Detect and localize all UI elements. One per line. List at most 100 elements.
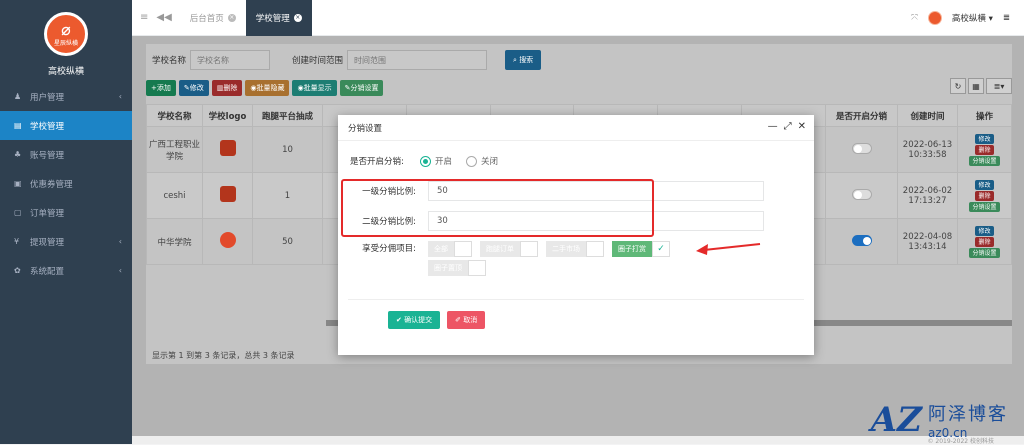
table-tools: ↻ ▦ ≣▾ xyxy=(950,78,1012,94)
enable-off-radio[interactable]: 关闭 xyxy=(466,155,498,167)
created-cell: 2022-06-02 17:13:27 xyxy=(897,172,958,219)
project-errand-checkbox[interactable]: 跑腿订单 xyxy=(480,241,538,257)
confirm-label: 确认提交 xyxy=(404,316,433,324)
top-right-area: ⤧ 高校纵横 ▾ ≣ xyxy=(911,0,1010,36)
export-icon[interactable]: ≣▾ xyxy=(986,78,1012,94)
user-menu[interactable]: 高校纵横 ▾ xyxy=(952,12,993,24)
edit-button[interactable]: ✎ 修改 xyxy=(178,80,209,96)
project-tip-checkbox[interactable]: 圈子打赏 ✓ xyxy=(612,241,670,257)
distribution-toggle[interactable] xyxy=(851,188,872,200)
row-delete-button[interactable]: 删除 xyxy=(975,190,994,201)
col-created[interactable]: 创建时间 xyxy=(897,104,958,127)
sidebar-item-users[interactable]: ♟ 用户管理 ‹ xyxy=(0,82,132,111)
yen-icon: ¥ xyxy=(14,237,20,246)
school-logo-image xyxy=(219,186,236,202)
close-icon[interactable]: × xyxy=(227,13,236,22)
search-button-label: 搜索 xyxy=(519,56,534,64)
col-school-logo[interactable]: 学校logo xyxy=(202,104,253,127)
actions-cell: 修改 删除 分销设置 xyxy=(957,172,1012,219)
close-icon[interactable]: × xyxy=(293,13,302,22)
tab-label: 学校管理 xyxy=(255,13,290,24)
columns-icon[interactable]: ▦ xyxy=(968,78,984,94)
school-name-cell: 广西工程职业学院 xyxy=(146,126,203,173)
row-delete-button[interactable]: 删除 xyxy=(975,144,994,155)
annotation-arrow-icon xyxy=(696,243,761,255)
tab-back-icon[interactable]: ◀◀ xyxy=(156,12,171,23)
col-distribution[interactable]: 是否开启分销 xyxy=(825,104,898,127)
tab-schools[interactable]: 学校管理 × xyxy=(245,0,312,36)
row-distribution-button[interactable]: 分销设置 xyxy=(969,155,1000,166)
enable-row: 是否开启分销: 开启 关闭 xyxy=(338,155,512,167)
row-delete-button[interactable]: 删除 xyxy=(975,236,994,247)
check-icon[interactable]: ✓ xyxy=(652,241,670,257)
created-cell: 2022-06-13 10:33:58 xyxy=(897,126,958,173)
close-icon[interactable]: ✕ xyxy=(798,121,806,132)
refresh-icon[interactable]: ↻ xyxy=(950,78,966,94)
col-commission[interactable]: 跑腿平台抽成 xyxy=(252,104,323,127)
search-button[interactable]: ⌕ 搜索 xyxy=(505,50,542,70)
actions-cell: 修改 删除 分销设置 xyxy=(957,218,1012,265)
topbar: ≡ ◀◀ 后台首页 × 学校管理 × ⤧ 高校纵横 ▾ ≣ xyxy=(132,0,1024,36)
sidebar-item-config[interactable]: ✿ 系统配置 ‹ xyxy=(0,256,132,285)
add-button[interactable]: + 添加 xyxy=(146,80,176,96)
settings-menu-icon[interactable]: ≣ xyxy=(1003,13,1010,23)
row-edit-button[interactable]: 修改 xyxy=(975,179,994,190)
projects-label: 享受分佣项目: xyxy=(362,244,416,254)
menu-toggle-icon[interactable]: ≡ xyxy=(140,12,148,23)
sidebar: ⌀ 星辰纵横 高校纵横 ♟ 用户管理 ‹ ▤ 学校管理 ♣ 账号管理 ▣ 优惠券管理 ▢ 订单… xyxy=(0,0,132,444)
sidebar-item-label: 提现管理 xyxy=(30,237,65,248)
cancel-button[interactable]: ✐ 取消 xyxy=(447,311,486,329)
batch-show-button[interactable]: ◉ 批量显示 xyxy=(292,80,337,96)
distribution-cell xyxy=(825,172,898,219)
school-name-input[interactable] xyxy=(190,50,271,70)
project-secondhand-checkbox[interactable]: 二手市场 xyxy=(546,241,604,257)
checkbox-box[interactable] xyxy=(586,241,604,257)
tab-label: 后台首页 xyxy=(189,13,224,24)
order-icon: ▢ xyxy=(14,208,22,217)
distribution-toggle[interactable] xyxy=(851,234,872,246)
row-distribution-button[interactable]: 分销设置 xyxy=(969,201,1000,212)
enable-on-radio[interactable]: 开启 xyxy=(420,155,452,167)
chevron-left-icon: ‹ xyxy=(118,92,122,101)
maximize-icon[interactable]: ⤢ xyxy=(784,121,792,132)
col-school-name[interactable]: 学校名称 xyxy=(146,104,203,127)
checkbox-box[interactable] xyxy=(454,241,472,257)
sidebar-item-coupons[interactable]: ▣ 优惠券管理 xyxy=(0,169,132,198)
chevron-left-icon: ‹ xyxy=(118,266,122,275)
sidebar-item-accounts[interactable]: ♣ 账号管理 xyxy=(0,140,132,169)
sidebar-item-orders[interactable]: ▢ 订单管理 xyxy=(0,198,132,227)
sidebar-item-schools[interactable]: ▤ 学校管理 xyxy=(0,111,132,140)
distribution-button[interactable]: ✎ 分销设置 xyxy=(339,80,384,96)
sidebar-item-label: 订单管理 xyxy=(30,208,65,219)
enable-label: 是否开启分销: xyxy=(350,157,404,167)
checkbox-box[interactable] xyxy=(520,241,538,257)
logo-area: ⌀ 星辰纵横 高校纵横 xyxy=(0,0,132,82)
ticket-icon: ▣ xyxy=(14,179,22,188)
delete-button[interactable]: ▥ 删除 xyxy=(211,80,243,96)
search-form: 学校名称 创建时间范围 ⌕ 搜索 xyxy=(146,50,544,70)
minimize-icon[interactable]: — xyxy=(768,121,778,132)
project-all-checkbox[interactable]: 全部 xyxy=(428,241,472,257)
sidebar-item-withdraw[interactable]: ¥ 提现管理 ‹ xyxy=(0,227,132,256)
user-name: 高校纵横 xyxy=(951,14,986,24)
row-edit-button[interactable]: 修改 xyxy=(975,225,994,236)
checkbox-box[interactable] xyxy=(468,260,486,276)
distribution-toggle[interactable] xyxy=(851,142,872,154)
confirm-submit-button[interactable]: ✔ 确认提交 xyxy=(388,311,441,329)
tab-home[interactable]: 后台首页 × xyxy=(180,0,246,36)
radio-label: 关闭 xyxy=(481,157,499,167)
commission-cell: 10 xyxy=(252,126,323,173)
batch-hide-button[interactable]: ◉ 批量隐藏 xyxy=(245,80,290,96)
logo-text: 星辰纵横 xyxy=(53,39,78,47)
checkbox-label: 圈子置顶 xyxy=(428,260,468,276)
cancel-label: 取消 xyxy=(463,316,478,324)
projects-checkbox-group: 全部 跑腿订单 二手市场 圈子打赏 ✓ 圈子置顶 xyxy=(428,241,728,276)
row-edit-button[interactable]: 修改 xyxy=(975,133,994,144)
time-range-input[interactable] xyxy=(347,50,488,70)
watermark-logo: AZ xyxy=(870,400,922,440)
row-distribution-button[interactable]: 分销设置 xyxy=(969,247,1000,258)
fullscreen-icon[interactable]: ⤧ xyxy=(911,13,918,23)
dialog-divider xyxy=(348,299,804,300)
sidebar-item-label: 系统配置 xyxy=(30,266,65,277)
project-pin-checkbox[interactable]: 圈子置顶 xyxy=(428,260,486,276)
